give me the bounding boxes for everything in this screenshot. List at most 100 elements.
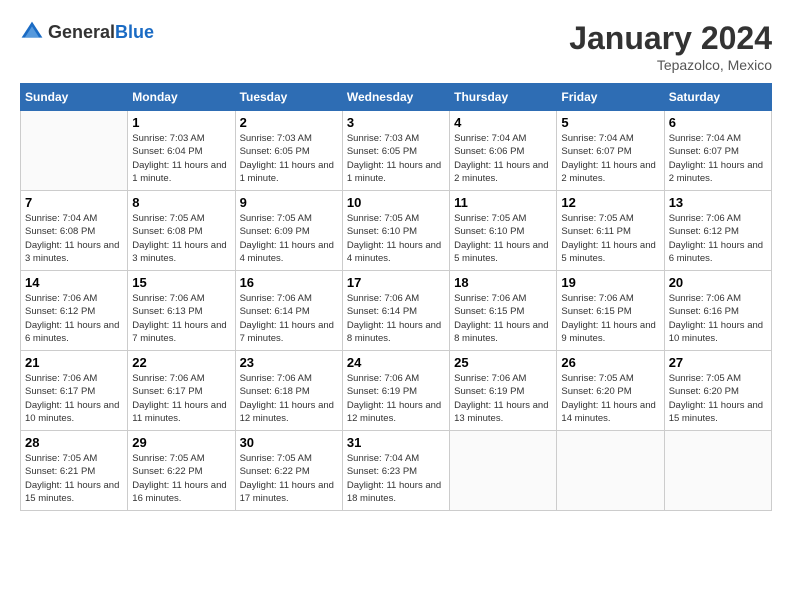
day-info-line: Daylight: 11 hours and 4 minutes. — [347, 240, 441, 264]
calendar-cell: 3Sunrise: 7:03 AMSunset: 6:05 PMDaylight… — [342, 111, 449, 191]
day-info-line: Sunrise: 7:05 AM — [669, 373, 741, 384]
day-info-line: Daylight: 11 hours and 11 minutes. — [132, 400, 226, 424]
day-info-line: Daylight: 11 hours and 12 minutes. — [347, 400, 441, 424]
day-number: 5 — [561, 115, 659, 130]
calendar-cell: 15Sunrise: 7:06 AMSunset: 6:13 PMDayligh… — [128, 271, 235, 351]
day-info-line: Sunset: 6:12 PM — [25, 306, 95, 317]
day-info-line: Daylight: 11 hours and 7 minutes. — [240, 320, 334, 344]
day-content: Sunrise: 7:06 AMSunset: 6:12 PMDaylight:… — [25, 292, 123, 345]
calendar-cell: 9Sunrise: 7:05 AMSunset: 6:09 PMDaylight… — [235, 191, 342, 271]
day-number: 17 — [347, 275, 445, 290]
day-number: 18 — [454, 275, 552, 290]
day-number: 12 — [561, 195, 659, 210]
day-info-line: Sunrise: 7:06 AM — [454, 293, 526, 304]
calendar-cell — [450, 431, 557, 511]
day-info-line: Daylight: 11 hours and 9 minutes. — [561, 320, 655, 344]
day-info-line: Sunset: 6:16 PM — [669, 306, 739, 317]
calendar-cell: 12Sunrise: 7:05 AMSunset: 6:11 PMDayligh… — [557, 191, 664, 271]
day-info-line: Sunrise: 7:06 AM — [347, 373, 419, 384]
day-info-line: Daylight: 11 hours and 15 minutes. — [669, 400, 763, 424]
day-info-line: Sunset: 6:10 PM — [454, 226, 524, 237]
day-info-line: Sunset: 6:09 PM — [240, 226, 310, 237]
calendar-table: Sunday Monday Tuesday Wednesday Thursday… — [20, 83, 772, 511]
day-content: Sunrise: 7:06 AMSunset: 6:14 PMDaylight:… — [347, 292, 445, 345]
day-info-line: Sunset: 6:17 PM — [132, 386, 202, 397]
day-info-line: Sunrise: 7:06 AM — [454, 373, 526, 384]
day-info-line: Daylight: 11 hours and 2 minutes. — [669, 160, 763, 184]
day-number: 22 — [132, 355, 230, 370]
calendar-cell — [664, 431, 771, 511]
calendar-cell: 21Sunrise: 7:06 AMSunset: 6:17 PMDayligh… — [21, 351, 128, 431]
day-info-line: Daylight: 11 hours and 1 minute. — [132, 160, 226, 184]
calendar-cell: 31 Sunrise: 7:04 AM Sunset: 6:23 PM Dayligh… — [342, 431, 449, 511]
day-info-line: Sunrise: 7:06 AM — [25, 373, 97, 384]
logo-general-text: General — [48, 22, 115, 42]
day-info-line: Sunset: 6:22 PM — [132, 466, 202, 477]
calendar-week-5: 28Sunrise: 7:05 AMSunset: 6:21 PMDayligh… — [21, 431, 772, 511]
calendar-cell — [557, 431, 664, 511]
day-info-line: Sunrise: 7:05 AM — [347, 213, 419, 224]
day-content: Sunrise: 7:05 AMSunset: 6:22 PMDaylight:… — [132, 452, 230, 505]
day-content: Sunrise: 7:06 AMSunset: 6:17 PMDaylight:… — [132, 372, 230, 425]
day-number: 29 — [132, 435, 230, 450]
day-info-line: Sunset: 6:20 PM — [561, 386, 631, 397]
day-info-line: Sunrise: 7:06 AM — [25, 293, 97, 304]
calendar-cell: 16Sunrise: 7:06 AMSunset: 6:14 PMDayligh… — [235, 271, 342, 351]
day-info-line: Sunrise: 7:04 AM — [347, 453, 419, 464]
day-number: 1 — [132, 115, 230, 130]
day-info-line: Daylight: 11 hours and 15 minutes. — [25, 480, 119, 504]
day-number: 31 — [347, 435, 445, 450]
day-info-line: Sunrise: 7:05 AM — [561, 373, 633, 384]
calendar-cell: 26Sunrise: 7:05 AMSunset: 6:20 PMDayligh… — [557, 351, 664, 431]
logo-blue-text: Blue — [115, 22, 154, 42]
calendar-cell: 2Sunrise: 7:03 AMSunset: 6:05 PMDaylight… — [235, 111, 342, 191]
calendar-cell: 11Sunrise: 7:05 AMSunset: 6:10 PMDayligh… — [450, 191, 557, 271]
day-content: Sunrise: 7:06 AMSunset: 6:19 PMDaylight:… — [347, 372, 445, 425]
day-info-line: Sunrise: 7:05 AM — [561, 213, 633, 224]
calendar-week-2: 7Sunrise: 7:04 AMSunset: 6:08 PMDaylight… — [21, 191, 772, 271]
day-info-line: Sunset: 6:06 PM — [454, 146, 524, 157]
day-info-line: Sunrise: 7:04 AM — [669, 133, 741, 144]
calendar-cell: 25 Sunrise: 7:06 AM Sunset: 6:19 PM Dayligh… — [450, 351, 557, 431]
day-content: Sunrise: 7:06 AMSunset: 6:12 PMDaylight:… — [669, 212, 767, 265]
day-info-line: Sunrise: 7:06 AM — [132, 293, 204, 304]
calendar-cell: 8Sunrise: 7:05 AMSunset: 6:08 PMDaylight… — [128, 191, 235, 271]
day-content: Sunrise: 7:05 AMSunset: 6:22 PMDaylight:… — [240, 452, 338, 505]
calendar-cell: 18 Sunrise: 7:06 AMSunset: 6:15 PMDayligh… — [450, 271, 557, 351]
day-number: 16 — [240, 275, 338, 290]
day-info-line: Daylight: 11 hours and 5 minutes. — [454, 240, 548, 264]
day-info-line: Sunset: 6:23 PM — [347, 466, 417, 477]
day-info-line: Sunset: 6:04 PM — [132, 146, 202, 157]
day-info-line: Daylight: 11 hours and 18 minutes. — [347, 480, 441, 504]
day-info-line: Sunrise: 7:06 AM — [669, 213, 741, 224]
calendar-week-3: 14Sunrise: 7:06 AMSunset: 6:12 PMDayligh… — [21, 271, 772, 351]
logo-icon — [20, 20, 44, 44]
day-number: 24 — [347, 355, 445, 370]
day-info-line: Sunset: 6:19 PM — [454, 386, 524, 397]
day-number: 21 — [25, 355, 123, 370]
day-info-line: Daylight: 11 hours and 7 minutes. — [132, 320, 226, 344]
calendar-cell — [21, 111, 128, 191]
day-info-line: Sunrise: 7:03 AM — [347, 133, 419, 144]
calendar-cell: 23Sunrise: 7:06 AMSunset: 6:18 PMDayligh… — [235, 351, 342, 431]
day-info-line: Sunset: 6:14 PM — [347, 306, 417, 317]
day-info-line: Daylight: 11 hours and 5 minutes. — [561, 240, 655, 264]
day-info-line: Daylight: 11 hours and 13 minutes. — [454, 400, 548, 424]
day-info-line: Sunrise: 7:06 AM — [669, 293, 741, 304]
day-info-line: Sunrise: 7:05 AM — [132, 213, 204, 224]
calendar-body: 1 Sunrise: 7:03 AM Sunset: 6:04 PM Daylight… — [21, 111, 772, 511]
day-info-line: Daylight: 11 hours and 8 minutes. — [454, 320, 548, 344]
day-content: Sunrise: 7:06 AMSunset: 6:15 PMDaylight:… — [454, 292, 552, 345]
day-info-line: Sunrise: 7:05 AM — [240, 213, 312, 224]
day-info-line: Sunset: 6:20 PM — [669, 386, 739, 397]
day-number: 25 — [454, 355, 552, 370]
calendar-cell: 22 Sunrise: 7:06 AMSunset: 6:17 PMDayligh… — [128, 351, 235, 431]
day-info-line: Sunrise: 7:05 AM — [454, 213, 526, 224]
day-number: 9 — [240, 195, 338, 210]
day-info-line: Daylight: 11 hours and 2 minutes. — [561, 160, 655, 184]
col-tuesday: Tuesday — [235, 84, 342, 111]
day-info-line: Sunrise: 7:04 AM — [454, 133, 526, 144]
day-info-line: Sunrise: 7:06 AM — [240, 373, 312, 384]
day-info-line: Daylight: 11 hours and 8 minutes. — [347, 320, 441, 344]
day-content: Sunrise: 7:05 AMSunset: 6:10 PMDaylight:… — [347, 212, 445, 265]
